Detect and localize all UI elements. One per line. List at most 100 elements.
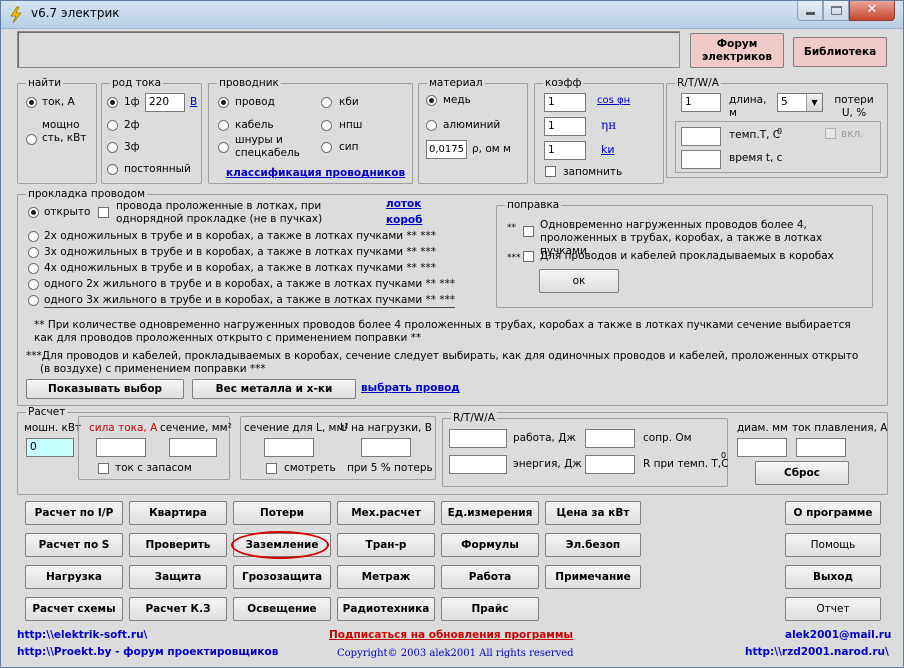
time-input[interactable]: [681, 150, 721, 169]
footage-button[interactable]: Метраж: [337, 565, 435, 589]
units-button[interactable]: Ед.измерения: [441, 501, 539, 525]
k-link[interactable]: kи: [601, 143, 615, 156]
watch-checkbox[interactable]: [266, 463, 277, 474]
cords-radio[interactable]: [218, 142, 229, 153]
footer-url2[interactable]: http:\\Proekt.by - форум проектировщиков: [17, 646, 278, 659]
choose-wire-link[interactable]: выбрать провод: [361, 382, 460, 395]
radio-button[interactable]: Радиотехника: [337, 597, 435, 621]
laying-option-radio[interactable]: [28, 263, 39, 274]
find-power-radio[interactable]: [26, 134, 37, 145]
price-button[interactable]: Прайс: [441, 597, 539, 621]
help-button[interactable]: Помощь: [785, 533, 881, 557]
r-temp-input[interactable]: [585, 455, 635, 474]
energy-input[interactable]: [449, 455, 507, 474]
note-button[interactable]: Примечание: [545, 565, 641, 589]
losses-button[interactable]: Потери: [233, 501, 331, 525]
calc-s-button[interactable]: Расчет по S: [25, 533, 123, 557]
footer-url3[interactable]: http:\\rzd2001.narod.ru\: [745, 646, 889, 659]
box-link[interactable]: короб: [386, 214, 422, 227]
melt-input[interactable]: [796, 438, 846, 457]
chevron-down-icon[interactable]: ▼: [806, 94, 822, 111]
calc-ip-button[interactable]: Расчет по I/P: [25, 501, 123, 525]
lighting-button[interactable]: Освещение: [233, 597, 331, 621]
enable-checkbox[interactable]: [825, 128, 836, 139]
lightning-protection-button[interactable]: Грозозащита: [233, 565, 331, 589]
tray-link[interactable]: лоток: [386, 198, 421, 211]
work-button[interactable]: Работа: [441, 565, 539, 589]
laying-option-radio[interactable]: [28, 231, 39, 242]
temp-input[interactable]: [681, 127, 721, 146]
check-button[interactable]: Проверить: [129, 533, 227, 557]
footer-email[interactable]: alek2001@mail.ru: [785, 629, 891, 642]
power-input[interactable]: 0: [26, 438, 74, 457]
wire-radio[interactable]: [218, 97, 229, 108]
cos-link[interactable]: cos φн: [597, 94, 630, 107]
section-input[interactable]: [169, 438, 217, 457]
maximize-button[interactable]: [823, 1, 849, 21]
ok-button[interactable]: ок: [539, 269, 619, 293]
reserve-checkbox[interactable]: [98, 463, 109, 474]
price-kwt-button[interactable]: Цена за кВт: [545, 501, 641, 525]
elsafety-button[interactable]: Эл.безоп: [545, 533, 641, 557]
eta-input[interactable]: 1: [544, 117, 586, 136]
correction2-checkbox[interactable]: [523, 251, 534, 262]
library-button[interactable]: Библиотека: [793, 37, 887, 67]
laying-option-radio[interactable]: [28, 295, 39, 306]
open-radio[interactable]: [28, 207, 39, 218]
cos-input[interactable]: 1: [544, 93, 586, 112]
rho-input[interactable]: 0,0175: [426, 140, 467, 159]
k-input[interactable]: 1: [544, 141, 586, 160]
phase2-radio[interactable]: [107, 120, 118, 131]
scheme-button[interactable]: Расчет схемы: [25, 597, 123, 621]
work-input[interactable]: [449, 429, 507, 448]
aluminum-radio[interactable]: [426, 120, 437, 131]
about-button[interactable]: О программе: [785, 501, 881, 525]
formulas-button[interactable]: Формулы: [441, 533, 539, 557]
weight-button[interactable]: Вес металла и х-ки: [192, 379, 356, 399]
kbi-radio[interactable]: [321, 97, 332, 108]
subscribe-link[interactable]: Подписаться на обновления программы: [329, 629, 573, 642]
classification-link[interactable]: классификация проводников: [226, 167, 405, 180]
note1: ** При количестве одновременно нагруженн…: [34, 319, 851, 344]
current-input[interactable]: [96, 438, 146, 457]
mech-button[interactable]: Мех.расчет: [337, 501, 435, 525]
minimize-button[interactable]: [797, 1, 823, 21]
load-button[interactable]: Нагрузка: [25, 565, 123, 589]
correction1-checkbox[interactable]: [523, 226, 534, 237]
apartment-button[interactable]: Квартира: [129, 501, 227, 525]
cable-radio[interactable]: [218, 120, 229, 131]
copper-radio[interactable]: [426, 95, 437, 106]
laying-option-radio[interactable]: [28, 247, 39, 258]
find-current-radio[interactable]: [26, 97, 37, 108]
forum-button[interactable]: Форум электриков: [690, 33, 784, 68]
rtwa-top-title: R/T/W/A: [675, 77, 721, 89]
short-circuit-button[interactable]: Расчет К.З: [129, 597, 227, 621]
resist-input[interactable]: [585, 429, 635, 448]
show-choice-button[interactable]: Показывать выбор: [26, 379, 184, 399]
footer-url1[interactable]: http:\\elektrik-soft.ru\: [17, 629, 147, 642]
close-button[interactable]: ✕: [849, 1, 895, 21]
transformer-button[interactable]: Тран-р: [337, 533, 435, 557]
voltage-input[interactable]: 220: [145, 93, 185, 112]
section-l-input[interactable]: [264, 438, 314, 457]
calc-title: Расчет: [26, 406, 68, 418]
loss-select[interactable]: 5 ▼: [777, 93, 823, 112]
length-input[interactable]: 1: [681, 93, 721, 112]
title-bar: v6.7 электрик ✕: [1, 1, 903, 29]
dc-radio[interactable]: [107, 164, 118, 175]
phase1-radio[interactable]: [107, 97, 118, 108]
remember-checkbox[interactable]: [545, 166, 556, 177]
report-button[interactable]: Отчет: [785, 597, 881, 621]
exit-button[interactable]: Выход: [785, 565, 881, 589]
sip-radio[interactable]: [321, 142, 332, 153]
protection-button[interactable]: Защита: [129, 565, 227, 589]
laying-option-radio[interactable]: [28, 279, 39, 290]
reset-button[interactable]: Сброс: [755, 461, 849, 485]
u-load-input[interactable]: [361, 438, 411, 457]
diam-input[interactable]: [737, 438, 787, 457]
trays-checkbox[interactable]: [98, 207, 109, 218]
voltage-unit-link[interactable]: В: [190, 96, 197, 109]
find-current-label: ток, А: [42, 96, 75, 108]
npsh-radio[interactable]: [321, 120, 332, 131]
phase3-radio[interactable]: [107, 142, 118, 153]
